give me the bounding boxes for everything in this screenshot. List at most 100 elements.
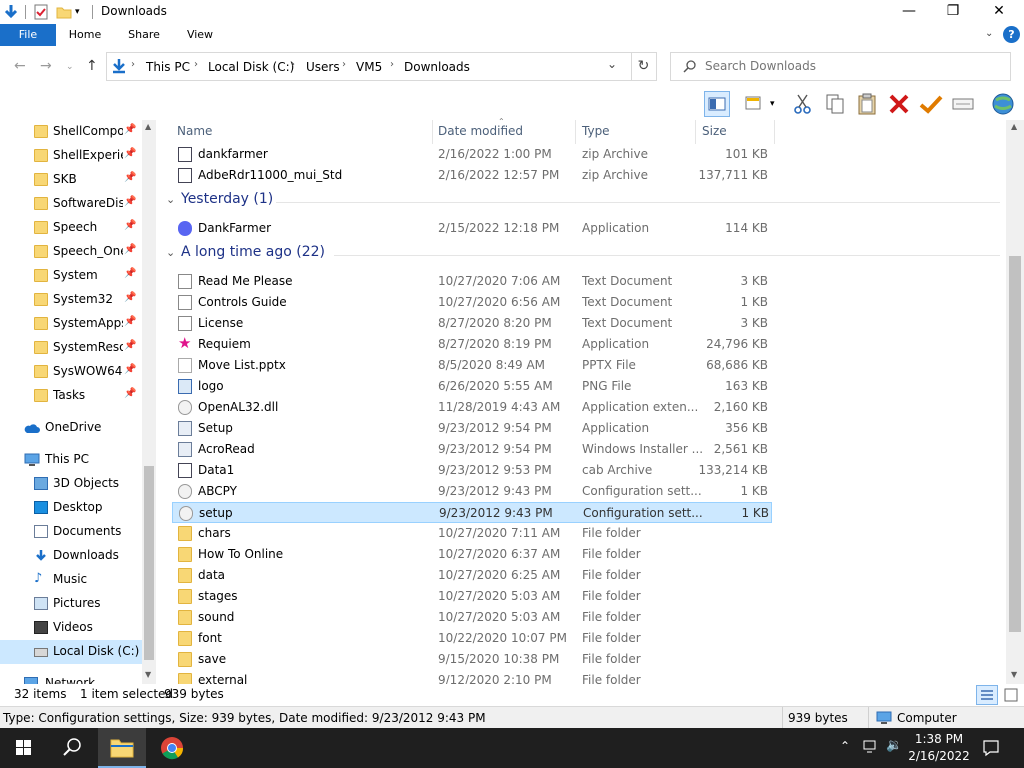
quick-access-down-arrow-icon[interactable] — [2, 3, 20, 21]
pin-icon[interactable]: 📌 — [124, 388, 136, 399]
nav-item-tasks[interactable]: Tasks 📌 — [0, 384, 142, 408]
pin-icon[interactable]: 📌 — [124, 220, 136, 231]
globe-icon[interactable] — [990, 91, 1016, 117]
file-row[interactable]: OpenAL32.dll 11/28/2019 4:43 AM Applicat… — [172, 397, 772, 418]
chevron-down-icon[interactable]: ⌄ — [166, 193, 175, 206]
tray-chevron-up-icon[interactable]: ⌃ — [840, 739, 850, 753]
file-row[interactable]: dankfarmer 2/16/2022 1:00 PM zip Archive… — [172, 144, 772, 165]
tab-file[interactable]: File — [0, 24, 56, 46]
scroll-down-arrow-icon[interactable]: ▼ — [1011, 670, 1017, 679]
nav-item-shellcomponents[interactable]: ShellCompor 📌 — [0, 120, 142, 144]
search-input[interactable] — [705, 59, 995, 73]
nav-item-pictures[interactable]: Pictures — [0, 592, 142, 616]
file-row[interactable]: sound 10/27/2020 5:03 AM File folder — [172, 607, 772, 628]
pin-icon[interactable]: 📌 — [124, 340, 136, 351]
pin-icon[interactable]: 📌 — [124, 244, 136, 255]
nav-item-this-pc[interactable]: This PC — [0, 448, 142, 472]
address-bar[interactable]: › This PC › Local Disk (C:) › Users › VM… — [106, 52, 632, 81]
file-row[interactable]: font 10/22/2020 10:07 PM File folder — [172, 628, 772, 649]
new-folder-icon[interactable] — [55, 3, 73, 21]
breadcrumb-local-disk[interactable]: Local Disk (C:) — [208, 60, 294, 74]
nav-item-systemresources[interactable]: SystemResou 📌 — [0, 336, 142, 360]
preview-pane-icon[interactable] — [704, 91, 730, 117]
breadcrumb-vm5[interactable]: VM5 — [356, 60, 382, 74]
back-arrow-icon[interactable]: ← — [14, 58, 26, 74]
nav-scroll-thumb[interactable] — [144, 466, 154, 660]
pin-icon[interactable]: 📌 — [124, 124, 136, 135]
file-row[interactable]: logo 6/26/2020 5:55 AM PNG File 163 KB — [172, 376, 772, 397]
nav-item-music[interactable]: ♪ Music — [0, 568, 142, 592]
file-row[interactable]: Data1 9/23/2012 9:53 PM cab Archive 133,… — [172, 460, 772, 481]
file-row-selected[interactable]: setup 9/23/2012 9:43 PM Configuration se… — [172, 502, 772, 523]
scroll-up-arrow-icon[interactable]: ▲ — [145, 122, 151, 131]
help-icon[interactable]: ? — [1003, 26, 1020, 43]
column-divider[interactable] — [695, 120, 696, 144]
tab-home[interactable]: Home — [64, 24, 106, 46]
copy-icon[interactable] — [822, 91, 848, 117]
pin-icon[interactable]: 📌 — [124, 316, 136, 327]
nav-item-local-disk[interactable]: Local Disk (C:) — [0, 640, 142, 664]
scroll-up-arrow-icon[interactable]: ▲ — [1011, 122, 1017, 131]
nav-item-speech-onecore[interactable]: Speech_OneC 📌 — [0, 240, 142, 264]
cut-scissors-icon[interactable] — [790, 91, 816, 117]
nav-item-system[interactable]: System 📌 — [0, 264, 142, 288]
nav-item-system32[interactable]: System32 📌 — [0, 288, 142, 312]
delete-x-icon[interactable] — [886, 91, 912, 117]
properties-icon[interactable] — [950, 91, 976, 117]
file-row[interactable]: external 9/12/2020 2:10 PM File folder — [172, 670, 772, 684]
search-icon[interactable] — [48, 728, 96, 768]
address-history-chevron-icon[interactable]: ⌄ — [607, 57, 617, 71]
large-icons-view-icon[interactable] — [1002, 686, 1020, 704]
forward-arrow-icon[interactable]: → — [40, 58, 52, 74]
chevron-down-icon[interactable]: ⌄ — [166, 246, 175, 259]
file-row[interactable]: DankFarmer 2/15/2022 12:18 PM Applicatio… — [172, 218, 772, 239]
layout-icon[interactable] — [742, 91, 768, 117]
nav-item-videos[interactable]: Videos — [0, 616, 142, 640]
file-row[interactable]: License 8/27/2020 8:20 PM Text Document … — [172, 313, 772, 334]
taskbar-clock[interactable]: 1:38 PM 2/16/2022 — [908, 731, 970, 765]
chrome-icon[interactable] — [148, 728, 196, 768]
column-header-name[interactable]: Name — [177, 124, 212, 138]
file-list-scroll-thumb[interactable] — [1009, 256, 1021, 632]
expand-ribbon-icon[interactable]: ⌄ — [985, 28, 993, 39]
file-explorer-icon[interactable] — [98, 728, 146, 768]
pin-icon[interactable]: 📌 — [124, 172, 136, 183]
file-row[interactable]: AcroRead 9/23/2012 9:54 PM Windows Insta… — [172, 439, 772, 460]
file-row[interactable]: chars 10/27/2020 7:11 AM File folder — [172, 523, 772, 544]
nav-item-syswow64[interactable]: SysWOW64 📌 — [0, 360, 142, 384]
file-row[interactable]: stages 10/27/2020 5:03 AM File folder — [172, 586, 772, 607]
breadcrumb-downloads[interactable]: Downloads — [404, 60, 470, 74]
file-row[interactable]: save 9/15/2020 10:38 PM File folder — [172, 649, 772, 670]
tab-share[interactable]: Share — [122, 24, 166, 46]
nav-item-shellexperiences[interactable]: ShellExperien 📌 — [0, 144, 142, 168]
file-row[interactable]: Controls Guide 10/27/2020 6:56 AM Text D… — [172, 292, 772, 313]
nav-item-systemapps[interactable]: SystemApps 📌 — [0, 312, 142, 336]
layout-dropdown-icon[interactable]: ▾ — [770, 91, 782, 117]
breadcrumb-this-pc[interactable]: This PC — [146, 60, 190, 74]
minimize-button[interactable]: — — [886, 0, 932, 22]
column-header-size[interactable]: Size — [702, 124, 727, 138]
nav-item-onedrive[interactable]: OneDrive — [0, 416, 142, 440]
nav-item-speech[interactable]: Speech 📌 — [0, 216, 142, 240]
recent-locations-chevron-icon[interactable]: ⌄ — [66, 62, 74, 72]
nav-item-desktop[interactable]: Desktop — [0, 496, 142, 520]
pin-icon[interactable]: 📌 — [124, 196, 136, 207]
nav-item-downloads[interactable]: Downloads — [0, 544, 142, 568]
file-row[interactable]: AdbeRdr11000_mui_Std 2/16/2022 12:57 PM … — [172, 165, 772, 186]
pin-icon[interactable]: 📌 — [124, 148, 136, 159]
column-divider[interactable] — [575, 120, 576, 144]
scroll-down-arrow-icon[interactable]: ▼ — [145, 670, 151, 679]
file-row[interactable]: How To Online 10/27/2020 6:37 AM File fo… — [172, 544, 772, 565]
nav-item-3d-objects[interactable]: 3D Objects — [0, 472, 142, 496]
pin-icon[interactable]: 📌 — [124, 364, 136, 375]
file-row[interactable]: ABCPY 9/23/2012 9:43 PM Configuration se… — [172, 481, 772, 502]
column-header-date[interactable]: Date modified — [438, 124, 523, 138]
file-row[interactable]: data 10/27/2020 6:25 AM File folder — [172, 565, 772, 586]
windows-start-icon[interactable] — [0, 728, 48, 768]
volume-icon[interactable]: 🔉 — [886, 738, 902, 753]
network-tray-icon[interactable] — [862, 738, 880, 759]
rename-check-icon[interactable] — [918, 91, 944, 117]
pin-icon[interactable]: 📌 — [124, 292, 136, 303]
file-row[interactable]: Move List.pptx 8/5/2020 8:49 AM PPTX Fil… — [172, 355, 772, 376]
column-header-type[interactable]: Type — [582, 124, 610, 138]
